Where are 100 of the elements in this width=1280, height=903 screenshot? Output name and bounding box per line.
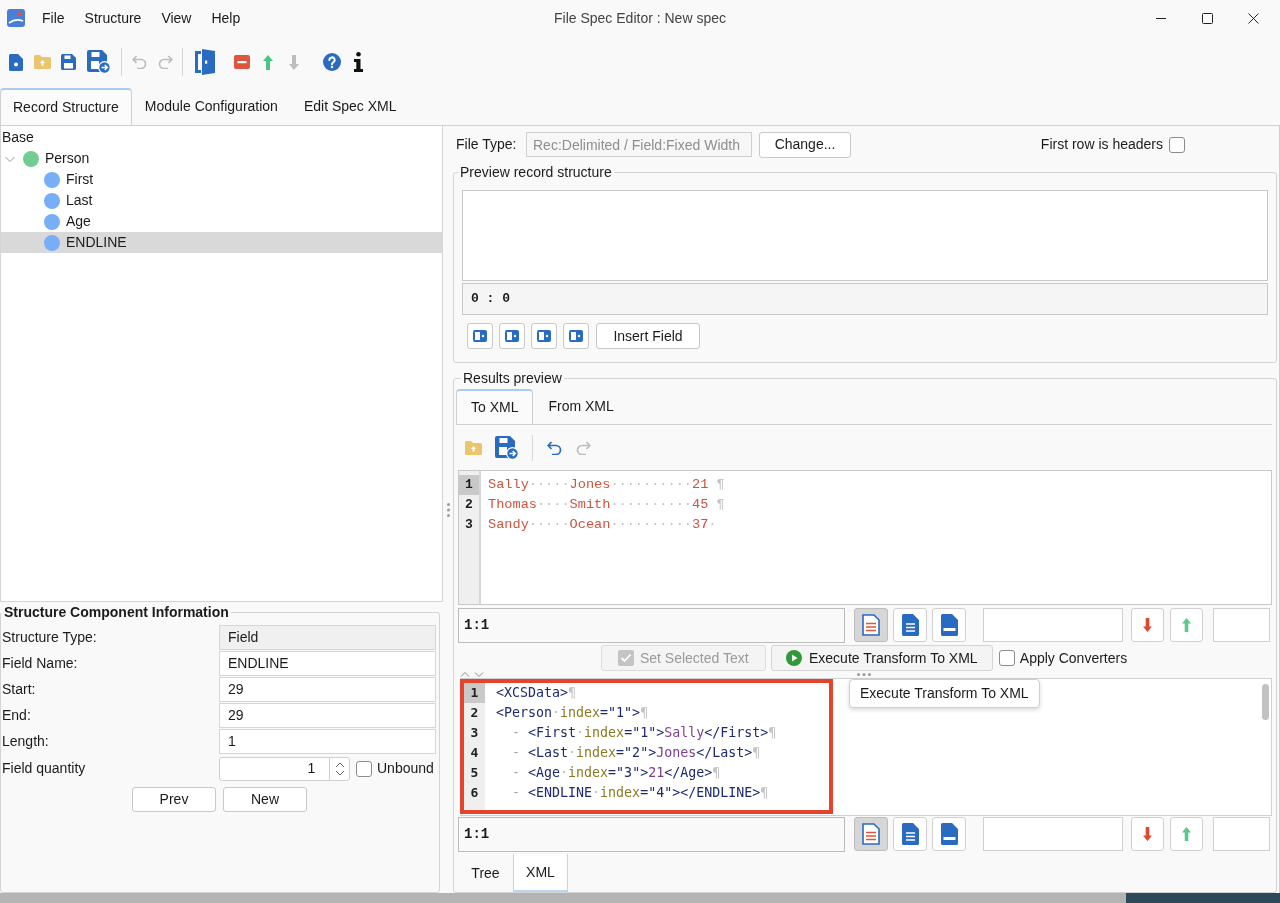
app-logo-icon: [7, 9, 25, 27]
redo-icon: [575, 441, 591, 455]
view-mode-button[interactable]: [854, 608, 888, 642]
code-line: Sandy·····Ocean··········37·: [488, 516, 717, 534]
checked-box-icon: [617, 650, 634, 666]
panel-button[interactable]: [531, 323, 557, 349]
move-up-button[interactable]: [1170, 608, 1203, 642]
group-title: Results preview: [462, 370, 563, 386]
tab[interactable]: From XML: [533, 389, 629, 424]
code-line: <Person·index="1">¶: [496, 704, 649, 722]
form-button[interactable]: New: [223, 787, 307, 812]
checkbox[interactable]: [356, 760, 372, 777]
number-spinner[interactable]: 1: [219, 756, 350, 781]
text-field[interactable]: 29: [219, 676, 436, 702]
menu-item[interactable]: Structure: [76, 7, 150, 29]
field-label: File Type:: [456, 135, 518, 154]
execute-button[interactable]: Execute Transform To XML: [770, 645, 993, 671]
document-icon: [901, 823, 919, 845]
code-line: - <First·index="1">Sally</First>¶: [511, 724, 777, 742]
code-line: - <Last·index="2">Jones</Last>¶: [511, 744, 761, 762]
output-editor[interactable]: 1 2 3 4 5 6 <XCSData>¶ <Person·index="1">¶ - <First·index="1">Sally</First>¶ - <Last·index="2">Jones</Last>¶ - <Age·index="3">21</Age>¶ - <ENDLINE·index="4"></ENDLINE>¶ Execute Transform To XML: [460, 678, 1272, 816]
text-field[interactable]: 29: [219, 702, 436, 728]
text-field[interactable]: 1: [219, 728, 436, 754]
input-field[interactable]: [1213, 817, 1270, 851]
view-mode-button[interactable]: [893, 817, 927, 851]
view-mode-button[interactable]: [932, 608, 966, 642]
panel-icon: [505, 330, 519, 342]
code-line: - <ENDLINE·index="4"></ENDLINE>¶: [511, 784, 769, 802]
checkbox[interactable]: [1169, 136, 1185, 153]
minus-icon: [234, 55, 250, 69]
panel-button[interactable]: [467, 323, 493, 349]
checkbox-label: First row is headers: [1040, 135, 1163, 154]
move-up-button[interactable]: [1170, 817, 1203, 851]
arrow-up-icon: [1182, 618, 1191, 632]
text-field[interactable]: ENDLINE: [219, 650, 436, 676]
menu-item[interactable]: File: [34, 7, 73, 29]
window-title: File Spec Editor : New spec: [554, 8, 726, 28]
maximize-icon: [1201, 12, 1213, 24]
undo-icon: [131, 55, 147, 69]
tab[interactable]: Edit Spec XML: [290, 88, 410, 125]
panel-button[interactable]: [563, 323, 589, 349]
tab[interactable]: To XML: [456, 389, 534, 424]
field-label: End:: [1, 705, 32, 725]
minimize-icon: [1156, 17, 1166, 19]
info-icon: [353, 52, 363, 72]
line-number: 1: [459, 475, 479, 495]
menu-item[interactable]: View: [153, 7, 200, 29]
view-mode-button[interactable]: [893, 608, 927, 642]
group-title: Structure Component Information: [3, 604, 230, 620]
view-mode-button[interactable]: [932, 817, 966, 851]
tab[interactable]: XML: [513, 854, 568, 892]
tooltip: Execute Transform To XML: [849, 679, 1040, 708]
view-mode-button[interactable]: [854, 817, 888, 851]
document-lines-icon: [862, 823, 880, 845]
move-down-button[interactable]: [1131, 817, 1164, 851]
code-line: Sally·····Jones··········21 ¶: [488, 476, 725, 494]
tab[interactable]: Tree: [458, 854, 513, 892]
move-down-button[interactable]: [1131, 608, 1164, 642]
arrow-up-icon: [263, 54, 273, 70]
form-button[interactable]: Prev: [132, 787, 216, 812]
panel-button[interactable]: [499, 323, 525, 349]
input-field[interactable]: [983, 817, 1123, 851]
arrow-down-icon: [1143, 618, 1152, 632]
document-badge-icon: [940, 823, 958, 845]
checkbox-label: Unbound: [377, 759, 434, 778]
tab[interactable]: Module Configuration: [131, 88, 291, 125]
arrow-down-icon: [1143, 827, 1152, 841]
code-line: <XCSData>¶: [496, 684, 577, 702]
status-bar: 1:1: [458, 607, 845, 643]
tree-item[interactable]: ENDLINE: [1, 232, 442, 253]
document-badge-icon: [940, 614, 958, 636]
play-icon: [786, 650, 802, 666]
grip-dots-icon: [857, 673, 871, 676]
input-field[interactable]: [1213, 608, 1270, 642]
text-field[interactable]: Field: [219, 624, 436, 650]
code-line: - <Age·index="3">21</Age>¶: [511, 764, 721, 782]
document-icon: [901, 614, 919, 636]
new-file-icon: [9, 53, 23, 71]
arrow-up-icon: [1182, 827, 1191, 841]
field-label: Field quantity: [1, 759, 87, 778]
panel-icon: [473, 330, 487, 342]
line-number: 5: [469, 764, 480, 782]
menu-item[interactable]: Help: [203, 7, 249, 29]
door-icon: [195, 49, 215, 75]
input-field[interactable]: [983, 608, 1123, 642]
close-icon: [1247, 12, 1259, 24]
line-number: 6: [469, 784, 480, 802]
input-editor[interactable]: 1 2 3 Sally·····Jones··········21 ¶ Thomas····Smith··········45 ¶ Sandy·····Ocean··········37·: [458, 470, 1272, 605]
field-label: Start:: [1, 679, 37, 699]
field-label: Length:: [1, 731, 50, 751]
line-number: 2: [469, 704, 480, 722]
insert-field-button[interactable]: Insert Field: [596, 323, 700, 349]
panel-icon: [537, 330, 551, 342]
tab[interactable]: Record Structure: [0, 88, 132, 125]
folder-icon: [33, 55, 51, 69]
checkbox[interactable]: [998, 650, 1015, 666]
status-bar: 0 : 0: [462, 283, 1268, 315]
floppy-disk-arrow-icon: [495, 436, 519, 460]
spinner-arrows-icon: [334, 761, 345, 776]
scrollbar-thumb[interactable]: [1262, 684, 1269, 720]
